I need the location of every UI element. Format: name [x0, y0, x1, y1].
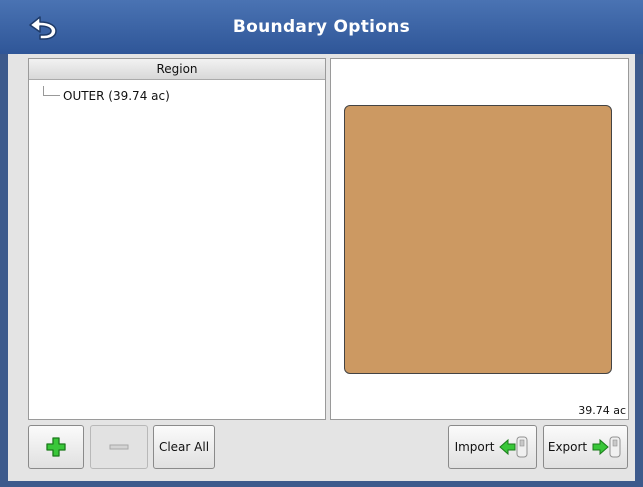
clear-all-button[interactable]: Clear All — [153, 425, 215, 469]
clear-all-label: Clear All — [158, 440, 210, 454]
title-bar: Boundary Options — [0, 0, 643, 54]
boundary-preview-panel: 39.74 ac — [330, 58, 629, 420]
import-icon — [499, 436, 528, 458]
region-list-item[interactable]: OUTER (39.74 ac) — [43, 86, 170, 103]
boundary-shape — [344, 105, 612, 374]
add-region-button[interactable] — [28, 425, 84, 469]
window-title: Boundary Options — [232, 17, 411, 37]
minus-icon — [109, 444, 129, 450]
content-area: Region OUTER (39.74 ac) 39.74 ac Clear A… — [8, 54, 635, 481]
region-item-label: OUTER (39.74 ac) — [63, 89, 170, 103]
preview-area-label: 39.74 ac — [578, 404, 626, 417]
plus-icon — [46, 437, 66, 457]
export-icon — [592, 436, 621, 458]
remove-region-button[interactable] — [90, 425, 148, 469]
region-column-header: Region — [29, 59, 325, 80]
import-label: Import — [454, 440, 495, 454]
export-label: Export — [547, 440, 588, 454]
region-list-panel: Region OUTER (39.74 ac) — [28, 58, 326, 420]
export-button[interactable]: Export — [543, 425, 628, 469]
app-window: Boundary Options Region OUTER (39.74 ac)… — [0, 0, 643, 487]
tree-connector — [43, 86, 60, 96]
import-button[interactable]: Import — [448, 425, 537, 469]
